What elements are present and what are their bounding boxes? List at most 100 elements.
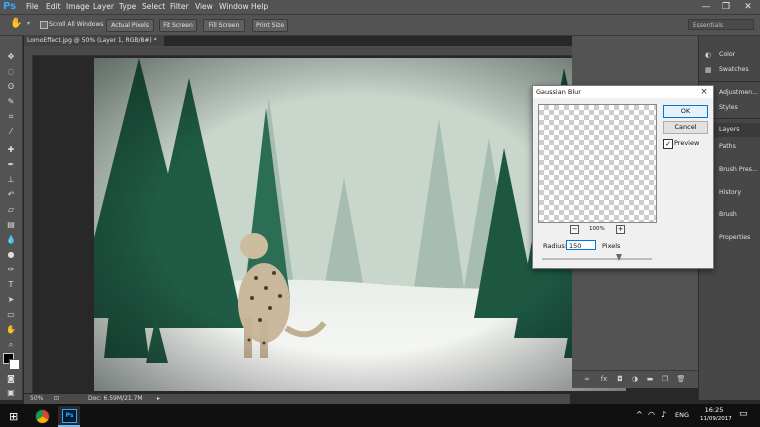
- eyedropper-tool-icon[interactable]: ⁄: [4, 126, 18, 137]
- photoshop-taskbar-icon: Ps: [62, 409, 77, 423]
- dock-history-label: History: [719, 189, 742, 196]
- taskbar-photoshop-item[interactable]: Ps: [58, 406, 80, 427]
- lasso-tool-icon[interactable]: ʘ: [4, 81, 18, 92]
- show-hidden-icons-chevron-icon[interactable]: ^: [636, 410, 643, 419]
- menu-type[interactable]: Type: [119, 0, 136, 14]
- tools-panel: ✥ ◌ ʘ ✎ ⌗ ⁄ ✚ ✒ ⊥ ↶ ▱ ▤ 💧 ● ✑ T ➤ ▭ ✋ ⌕ …: [0, 36, 23, 400]
- quick-mask-icon[interactable]: ◙: [4, 373, 18, 384]
- vertical-ruler: [24, 55, 33, 393]
- clock-date: 11/09/2017: [700, 416, 732, 422]
- new-layer-icon[interactable]: ❐: [660, 374, 670, 384]
- actual-pixels-button[interactable]: Actual Pixels: [106, 19, 154, 32]
- dock-divider: [699, 81, 760, 82]
- preview-zoom-level: 100%: [589, 226, 605, 232]
- radius-units-label: Pixels: [602, 242, 621, 250]
- path-select-tool-icon[interactable]: ➤: [4, 294, 18, 305]
- dialog-close-icon[interactable]: ×: [699, 86, 709, 98]
- workspace-select[interactable]: Essentials: [688, 19, 754, 30]
- cancel-button[interactable]: Cancel: [663, 121, 708, 134]
- shape-tool-icon[interactable]: ▭: [4, 309, 18, 320]
- add-mask-icon[interactable]: ◘: [615, 374, 625, 384]
- minimize-button[interactable]: —: [696, 0, 716, 14]
- eraser-tool-icon[interactable]: ▱: [4, 204, 18, 215]
- close-window-button[interactable]: ✕: [738, 0, 758, 14]
- radius-input[interactable]: 150: [566, 240, 596, 250]
- blur-tool-icon[interactable]: 💧: [4, 234, 18, 245]
- clock-time: 16:25: [704, 406, 724, 414]
- zoom-in-button[interactable]: +: [616, 225, 625, 234]
- menu-layer[interactable]: Layer: [93, 0, 114, 14]
- scroll-all-windows-checkbox[interactable]: [40, 21, 48, 29]
- system-clock[interactable]: 16:25 11/09/2017: [700, 406, 732, 424]
- layer-style-icon[interactable]: fx: [599, 374, 609, 384]
- menu-bar: Ps File Edit Image Layer Type Select Fil…: [0, 0, 760, 14]
- hand-tool-icon[interactable]: ✋: [4, 324, 18, 335]
- volume-icon[interactable]: ♪: [661, 410, 666, 419]
- ok-button[interactable]: OK: [663, 105, 708, 118]
- dock-properties-label: Properties: [719, 234, 751, 241]
- brush-tool-icon[interactable]: ✒: [4, 159, 18, 170]
- hand-tool-icon[interactable]: ✋: [10, 18, 22, 29]
- dock-swatches[interactable]: ▦ Swatches: [699, 63, 760, 77]
- blur-preview-pane[interactable]: [538, 104, 657, 223]
- fit-screen-button[interactable]: Fit Screen: [159, 19, 197, 32]
- fill-screen-button[interactable]: Fill Screen: [203, 19, 245, 32]
- type-tool-icon[interactable]: T: [4, 279, 18, 290]
- new-group-icon[interactable]: ▬: [645, 374, 655, 384]
- background-color-swatch[interactable]: [9, 359, 20, 370]
- menu-image[interactable]: Image: [66, 0, 90, 14]
- clone-stamp-tool-icon[interactable]: ⊥: [4, 174, 18, 185]
- menu-select[interactable]: Select: [142, 0, 165, 14]
- adjustment-layer-icon[interactable]: ◑: [630, 374, 640, 384]
- menu-file[interactable]: File: [26, 0, 39, 14]
- menu-view[interactable]: View: [195, 0, 213, 14]
- radius-slider-track[interactable]: [542, 258, 652, 260]
- quick-select-tool-icon[interactable]: ✎: [4, 96, 18, 107]
- export-icon[interactable]: ⊡: [54, 394, 59, 404]
- network-icon[interactable]: ◠: [648, 410, 655, 419]
- dock-adjustments-label: Adjustmen...: [719, 89, 758, 96]
- print-size-button[interactable]: Print Size: [252, 19, 288, 32]
- zoom-level[interactable]: 50%: [30, 394, 43, 404]
- pen-tool-icon[interactable]: ✑: [4, 264, 18, 275]
- move-tool-icon[interactable]: ✥: [4, 51, 18, 62]
- restore-button[interactable]: ❐: [716, 0, 736, 14]
- marquee-tool-icon[interactable]: ◌: [4, 66, 18, 77]
- gradient-tool-icon[interactable]: ▤: [4, 219, 18, 230]
- notifications-icon[interactable]: ▭: [739, 409, 748, 419]
- start-windows-icon[interactable]: ⊞: [9, 410, 18, 423]
- menu-filter[interactable]: Filter: [170, 0, 189, 14]
- document-size: Doc: 6.59M/21.7M: [88, 395, 143, 402]
- zoom-tool-icon[interactable]: ⌕: [4, 339, 18, 350]
- menu-help[interactable]: Help: [251, 0, 268, 14]
- dock-layers-label: Layers: [719, 126, 740, 133]
- delete-layer-icon[interactable]: 🗑: [676, 374, 686, 384]
- photoshop-logo-icon: Ps: [3, 1, 17, 12]
- gaussian-blur-dialog: Gaussian Blur × OK Cancel ✓ Preview − 10…: [532, 85, 714, 269]
- status-menu-chevron-icon[interactable]: ▸: [157, 394, 160, 404]
- healing-brush-tool-icon[interactable]: ✚: [4, 144, 18, 155]
- dock-brush-presets-label: Brush Pres...: [719, 166, 758, 173]
- options-bar: ✋ ▾ Scroll All Windows Actual Pixels Fit…: [0, 14, 760, 36]
- document-tab[interactable]: LomoEffect.jpg @ 50% (Layer 1, RGB/8#) *…: [24, 35, 164, 55]
- tool-preset-chevron-icon[interactable]: ▾: [27, 20, 30, 27]
- dock-swatches-label: Swatches: [719, 66, 749, 73]
- screen-mode-icon[interactable]: ▣: [4, 387, 18, 398]
- swatches-icon: ▦: [705, 66, 712, 74]
- menu-window[interactable]: Window: [219, 0, 249, 14]
- dock-paths-label: Paths: [719, 143, 736, 150]
- zoom-out-button[interactable]: −: [570, 225, 579, 234]
- dodge-tool-icon[interactable]: ●: [4, 249, 18, 260]
- history-brush-tool-icon[interactable]: ↶: [4, 189, 18, 200]
- input-language[interactable]: ENG: [675, 411, 689, 419]
- link-layers-icon[interactable]: ∞: [582, 374, 592, 384]
- windows-taskbar: ⊞ Ps ^ ◠ ♪ ENG 16:25 11/09/2017 ▭: [0, 404, 760, 427]
- dock-color[interactable]: ◐ Color: [699, 48, 760, 62]
- preview-checkbox[interactable]: ✓: [663, 139, 673, 149]
- crop-tool-icon[interactable]: ⌗: [4, 111, 18, 122]
- menu-edit[interactable]: Edit: [46, 0, 61, 14]
- chrome-icon[interactable]: [35, 409, 50, 424]
- dock-color-label: Color: [719, 51, 736, 58]
- radius-slider-thumb[interactable]: [616, 254, 622, 261]
- dialog-title: Gaussian Blur: [533, 86, 713, 98]
